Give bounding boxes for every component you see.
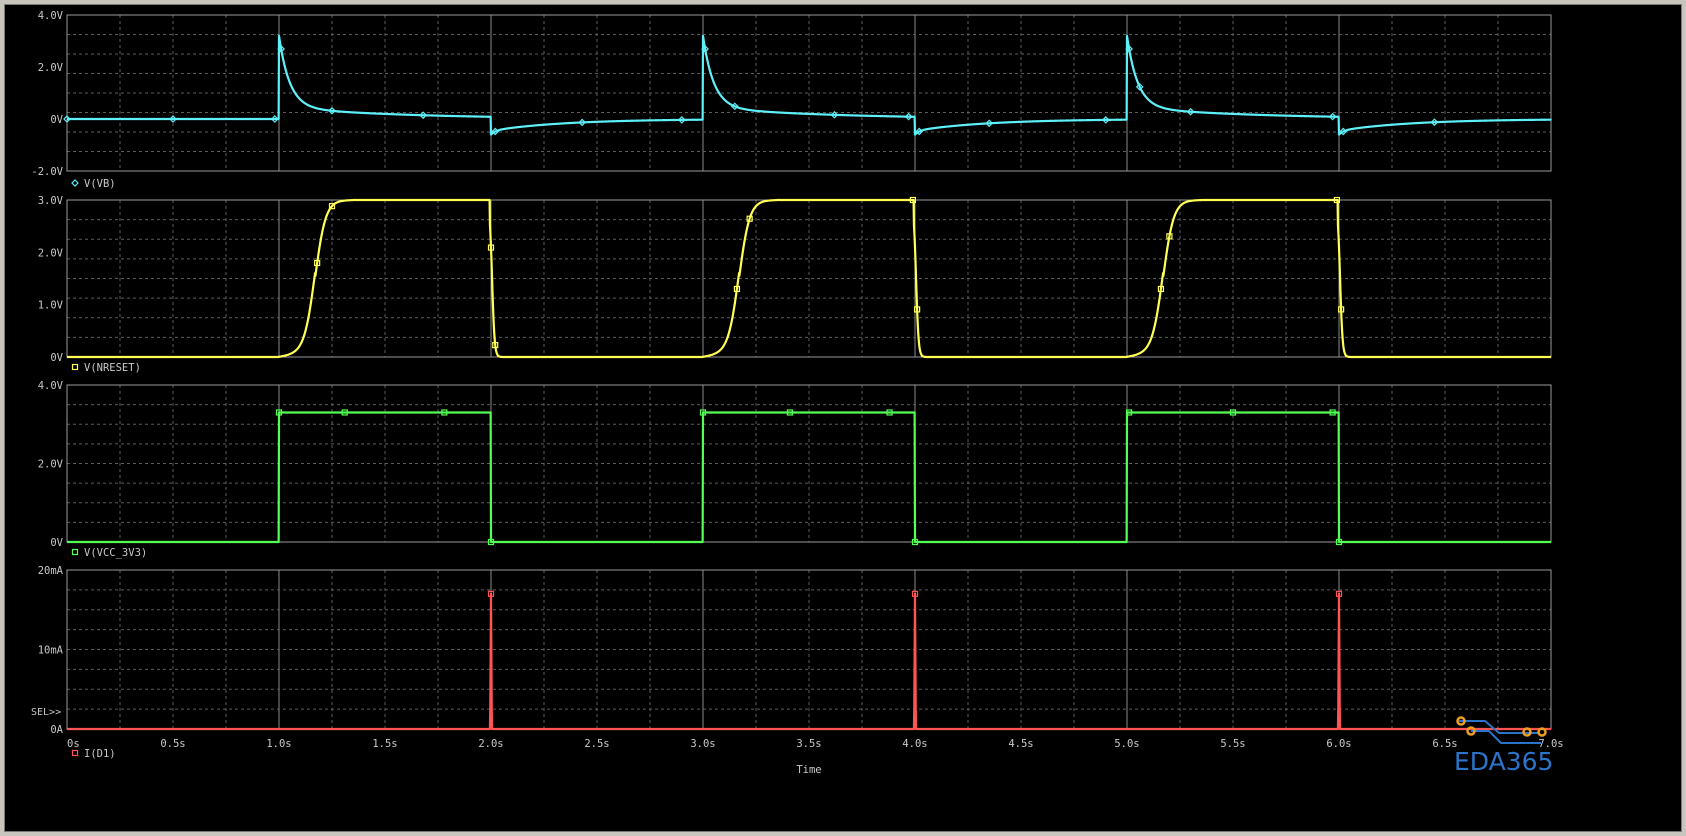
y-tick-label: 10mA <box>38 645 64 657</box>
panel-grid <box>66 14 1552 172</box>
x-tick-label: 0.5s <box>160 738 185 750</box>
legend-marker <box>71 548 79 556</box>
y-tick-label: 0V <box>50 537 63 549</box>
legend-entry[interactable]: V(VCC_3V3) <box>71 547 148 559</box>
y-tick-label: 0V <box>50 352 63 364</box>
y-tick-label: 2.0V <box>38 459 64 471</box>
y-tick-label: 4.0V <box>38 10 64 22</box>
x-tick-label: 5.0s <box>1114 738 1139 750</box>
legend-entry[interactable]: V(VB) <box>71 178 116 190</box>
x-tick-label: 0s <box>67 738 80 750</box>
panel-grid <box>66 569 1552 730</box>
legend-label: I(D1) <box>84 748 116 760</box>
waveform-plot[interactable]: -2.0V 0V 2.0V 4.0V V(VB) 0V 1.0V 2.0V 3.0V V(NRES… <box>5 5 1683 833</box>
legend-marker <box>71 179 79 187</box>
x-tick-label: 1.0s <box>266 738 291 750</box>
legend-marker <box>71 749 79 757</box>
legend-marker <box>71 363 79 371</box>
y-tick-label: 1.0V <box>38 300 64 312</box>
y-tick-label: 2.0V <box>38 62 64 74</box>
x-tick-label: 4.5s <box>1008 738 1033 750</box>
panel-grid <box>66 199 1552 358</box>
y-tick-label: 3.0V <box>38 195 64 207</box>
panel-grid <box>66 384 1552 543</box>
y-tick-label: 0V <box>50 114 63 126</box>
x-axis-title: Time <box>796 764 821 776</box>
y-tick-label: 20mA <box>38 565 64 577</box>
x-tick-label: 3.5s <box>796 738 821 750</box>
x-tick-label: 2.5s <box>584 738 609 750</box>
legend-label: V(NRESET) <box>84 362 141 374</box>
legend-label: V(VB) <box>84 178 116 190</box>
legend-label: V(VCC_3V3) <box>84 547 147 559</box>
watermark-text: EDA365 <box>1454 747 1553 776</box>
x-tick-label: 6.0s <box>1326 738 1351 750</box>
x-tick-label: 2.0s <box>478 738 503 750</box>
y-tick-label: 4.0V <box>38 380 64 392</box>
probe-window: -2.0V 0V 2.0V 4.0V V(VB) 0V 1.0V 2.0V 3.0V V(NRES… <box>4 4 1682 832</box>
x-tick-label: 5.5s <box>1220 738 1245 750</box>
pcb-trace-icon <box>1459 720 1541 744</box>
y-tick-label: 2.0V <box>38 247 64 259</box>
legend-entry[interactable]: V(NRESET) <box>71 362 141 374</box>
x-tick-label: 3.0s <box>690 738 715 750</box>
sel-marker: SEL>> <box>31 707 61 718</box>
watermark-logo: EDA365 <box>1454 716 1553 776</box>
x-tick-label: 4.0s <box>902 738 927 750</box>
y-tick-label: 0A <box>50 724 63 736</box>
y-tick-label: -2.0V <box>31 166 63 178</box>
x-tick-label: 1.5s <box>372 738 397 750</box>
